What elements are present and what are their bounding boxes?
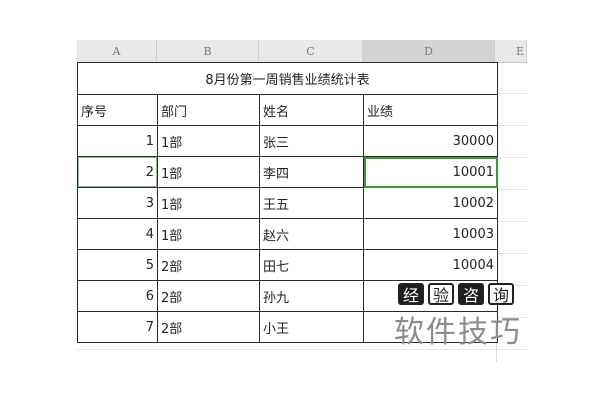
table-row: 1 1部 张三 30000	[77, 125, 498, 157]
index-cell[interactable]: 2	[77, 156, 158, 188]
index-cell[interactable]: 4	[77, 218, 158, 250]
header-cell-department[interactable]: 部门	[157, 94, 260, 126]
performance-cell[interactable]: 10004	[363, 249, 498, 281]
header-cell-index[interactable]: 序号	[77, 94, 158, 126]
column-header-c[interactable]: C	[259, 40, 363, 62]
department-cell[interactable]: 1部	[157, 187, 260, 219]
column-header-bar: A B C D E	[77, 40, 527, 63]
header-row: 序号 部门 姓名 业绩	[77, 94, 498, 126]
table-row: 4 1部 赵六 10003	[77, 218, 498, 250]
department-cell[interactable]: 2部	[157, 280, 260, 312]
performance-cell[interactable]: 10002	[363, 187, 498, 219]
name-cell[interactable]: 赵六	[259, 218, 364, 250]
column-header-b[interactable]: B	[157, 40, 259, 62]
watermark-logo: 经 验 咨 询 软件技巧	[390, 283, 540, 363]
column-header-e[interactable]: E	[495, 40, 527, 62]
index-cell[interactable]: 5	[77, 249, 158, 281]
name-cell[interactable]: 小王	[259, 311, 364, 343]
name-cell[interactable]: 李四	[259, 156, 364, 188]
name-cell[interactable]: 王五	[259, 187, 364, 219]
name-cell[interactable]: 田七	[259, 249, 364, 281]
name-cell[interactable]: 孙九	[259, 280, 364, 312]
column-header-a[interactable]: A	[77, 40, 157, 62]
watermark-glyph: 询	[488, 283, 514, 305]
active-performance-cell[interactable]: 10001	[363, 156, 498, 188]
watermark-glyph: 验	[428, 283, 454, 305]
table-row: 3 1部 王五 10002	[77, 187, 498, 219]
watermark-glyph: 经	[398, 283, 424, 305]
department-cell[interactable]: 1部	[157, 156, 260, 188]
name-cell[interactable]: 张三	[259, 125, 364, 157]
header-cell-performance[interactable]: 业绩	[363, 94, 498, 126]
column-header-d[interactable]: D	[363, 40, 495, 62]
header-cell-name[interactable]: 姓名	[259, 94, 364, 126]
table-row: 5 2部 田七 10004	[77, 249, 498, 281]
department-cell[interactable]: 1部	[157, 218, 260, 250]
department-cell[interactable]: 1部	[157, 125, 260, 157]
performance-cell[interactable]: 30000	[363, 125, 498, 157]
department-cell[interactable]: 2部	[157, 249, 260, 281]
watermark-glyph: 咨	[458, 283, 484, 305]
index-cell[interactable]: 7	[77, 311, 158, 343]
table-row: 2 1部 李四 10001	[77, 156, 498, 188]
index-cell[interactable]: 1	[77, 125, 158, 157]
department-cell[interactable]: 2部	[157, 311, 260, 343]
title-row: 8月份第一周销售业绩统计表	[77, 62, 498, 95]
index-cell[interactable]: 3	[77, 187, 158, 219]
watermark-text: 软件技巧	[394, 315, 522, 350]
spreadsheet: A B C D E 8月份第一周销售业绩统计表 序号 部门 姓名 业绩 1 1部…	[0, 0, 600, 400]
table-title[interactable]: 8月份第一周销售业绩统计表	[77, 62, 498, 95]
index-cell[interactable]: 6	[77, 280, 158, 312]
performance-cell[interactable]: 10003	[363, 218, 498, 250]
